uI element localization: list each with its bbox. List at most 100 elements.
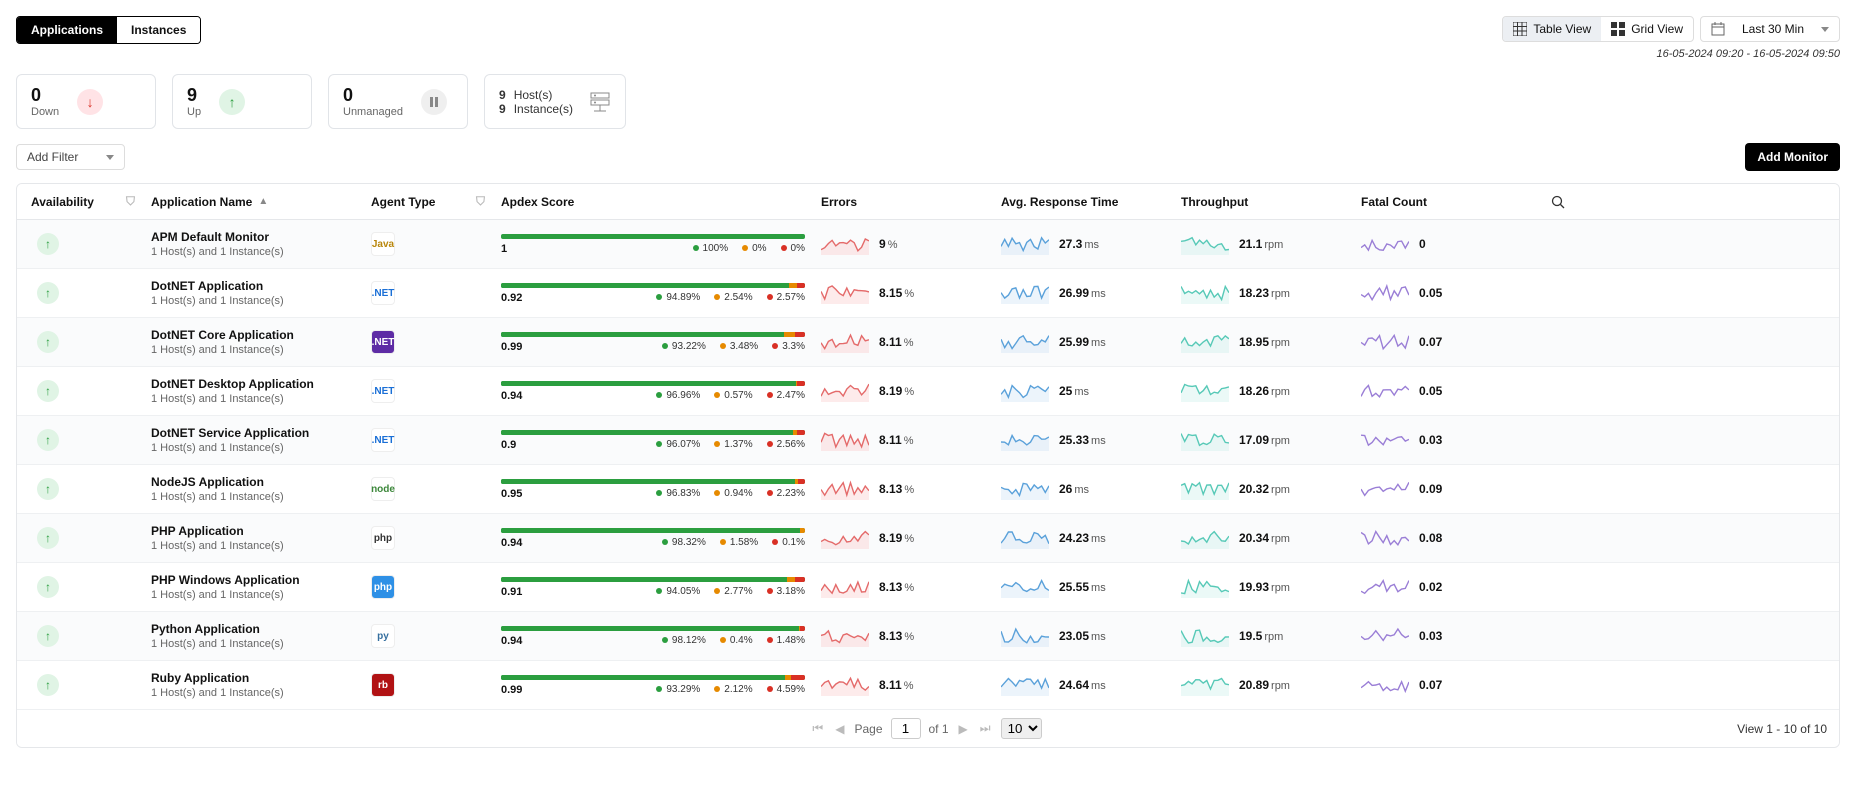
table-search[interactable] <box>1533 195 1573 209</box>
agent-type-icon: .NET <box>371 428 395 452</box>
card-unmanaged[interactable]: 0 Unmanaged <box>328 74 468 129</box>
agent-type-icon: node <box>371 477 395 501</box>
page-size-select[interactable]: 10 <box>1001 718 1042 739</box>
table-row[interactable]: ↑ PHP Application 1 Host(s) and 1 Instan… <box>17 514 1839 563</box>
apdex-cell: 0.99 93.29% 2.12% 4.59% <box>493 675 813 696</box>
apdex-score: 0.99 <box>501 684 522 696</box>
page-summary: View 1 - 10 of 10 <box>1737 722 1827 736</box>
filter-icon[interactable]: ⛉ <box>476 194 485 209</box>
apdex-score: 0.94 <box>501 537 522 549</box>
page-next[interactable]: ▶ <box>957 722 970 736</box>
table-row[interactable]: ↑ Ruby Application 1 Host(s) and 1 Insta… <box>17 661 1839 710</box>
add-monitor-button[interactable]: Add Monitor <box>1745 143 1840 171</box>
col-throughput[interactable]: Throughput <box>1173 195 1353 209</box>
col-apdex[interactable]: Apdex Score <box>493 195 813 209</box>
errors-cell: 8.13% <box>813 625 993 647</box>
throughput-cell: 18.26rpm <box>1173 380 1353 402</box>
page-first[interactable]: ⏮ <box>810 721 825 736</box>
errors-cell: 8.13% <box>813 576 993 598</box>
status-up-icon: ↑ <box>37 625 59 647</box>
apdex-frustrated: 2.56% <box>767 439 805 451</box>
view-table[interactable]: Table View <box>1503 17 1601 41</box>
response-value: 24.23 <box>1059 531 1089 545</box>
add-filter-dropdown[interactable]: Add Filter <box>16 144 125 170</box>
throughput-value: 19.93 <box>1239 580 1269 594</box>
tab-instances[interactable]: Instances <box>117 17 200 43</box>
table-row[interactable]: ↑ DotNET Application 1 Host(s) and 1 Ins… <box>17 269 1839 318</box>
application-name[interactable]: PHP Windows Application <box>151 573 355 587</box>
apdex-frustrated: 1.48% <box>767 635 805 647</box>
agent-type-icon: rb <box>371 673 395 697</box>
table-row[interactable]: ↑ DotNET Core Application 1 Host(s) and … <box>17 318 1839 367</box>
card-up[interactable]: 9 Up ↑ <box>172 74 312 129</box>
table-row[interactable]: ↑ Python Application 1 Host(s) and 1 Ins… <box>17 612 1839 661</box>
page-prev[interactable]: ◀ <box>833 722 846 736</box>
throughput-value: 18.26 <box>1239 384 1269 398</box>
page-of: of 1 <box>929 722 949 736</box>
fatal-value: 0.05 <box>1419 384 1442 398</box>
search-icon <box>1551 195 1565 209</box>
apdex-satisfied: 96.96% <box>656 390 700 402</box>
application-subtitle: 1 Host(s) and 1 Instance(s) <box>151 442 355 454</box>
apdex-tolerating: 2.54% <box>714 292 752 304</box>
view-grid[interactable]: Grid View <box>1601 17 1693 41</box>
table-row[interactable]: ↑ PHP Windows Application 1 Host(s) and … <box>17 563 1839 612</box>
card-down[interactable]: 0 Down ↓ <box>16 74 156 129</box>
col-agent-type[interactable]: Agent Type⛉ <box>363 194 493 209</box>
agent-type-icon: .NET <box>371 281 395 305</box>
errors-cell: 8.11% <box>813 674 993 696</box>
tab-applications[interactable]: Applications <box>17 17 117 43</box>
filter-icon[interactable]: ⛉ <box>126 194 135 209</box>
col-errors[interactable]: Errors <box>813 195 993 209</box>
col-response-time[interactable]: Avg. Response Time <box>993 195 1173 209</box>
application-name[interactable]: APM Default Monitor <box>151 230 355 244</box>
table-row[interactable]: ↑ DotNET Desktop Application 1 Host(s) a… <box>17 367 1839 416</box>
table-row[interactable]: ↑ APM Default Monitor 1 Host(s) and 1 In… <box>17 220 1839 269</box>
application-name[interactable]: DotNET Application <box>151 279 355 293</box>
application-name[interactable]: NodeJS Application <box>151 475 355 489</box>
pagination: ⏮ ◀ Page of 1 ▶ ⏭ 10 View 1 - 10 of 10 <box>17 710 1839 747</box>
card-hosts[interactable]: 9Host(s) 9Instance(s) <box>484 74 626 129</box>
throughput-unit: rpm <box>1264 239 1283 251</box>
time-range-dropdown[interactable]: Last 30 Min <box>1700 16 1840 42</box>
application-subtitle: 1 Host(s) and 1 Instance(s) <box>151 393 355 405</box>
throughput-unit: rpm <box>1271 484 1290 496</box>
application-name[interactable]: Ruby Application <box>151 671 355 685</box>
view-table-label: Table View <box>1533 22 1591 36</box>
application-name[interactable]: DotNET Core Application <box>151 328 355 342</box>
response-unit: ms <box>1091 337 1106 349</box>
fatal-value: 0.03 <box>1419 433 1442 447</box>
apdex-satisfied: 100% <box>693 243 729 255</box>
throughput-cell: 20.89rpm <box>1173 674 1353 696</box>
fatal-cell: 0.07 <box>1353 331 1533 353</box>
agent-type-icon: py <box>371 624 395 648</box>
errors-value: 8.11 <box>879 335 902 349</box>
response-cell: 24.23ms <box>993 527 1173 549</box>
table-row[interactable]: ↑ DotNET Service Application 1 Host(s) a… <box>17 416 1839 465</box>
application-name[interactable]: DotNET Service Application <box>151 426 355 440</box>
apdex-cell: 0.91 94.05% 2.77% 3.18% <box>493 577 813 598</box>
page-last[interactable]: ⏭ <box>978 721 993 736</box>
down-label: Down <box>31 106 59 118</box>
table-row[interactable]: ↑ NodeJS Application 1 Host(s) and 1 Ins… <box>17 465 1839 514</box>
throughput-unit: rpm <box>1271 435 1290 447</box>
throughput-cell: 19.5rpm <box>1173 625 1353 647</box>
col-fatal[interactable]: Fatal Count <box>1353 195 1533 209</box>
fatal-value: 0.03 <box>1419 629 1442 643</box>
application-subtitle: 1 Host(s) and 1 Instance(s) <box>151 344 355 356</box>
apdex-cell: 1 100% 0% 0% <box>493 234 813 255</box>
page-input[interactable] <box>891 718 921 739</box>
application-name[interactable]: PHP Application <box>151 524 355 538</box>
apdex-tolerating: 0% <box>742 243 766 255</box>
response-value: 26.99 <box>1059 286 1089 300</box>
apdex-score: 0.95 <box>501 488 522 500</box>
application-name[interactable]: Python Application <box>151 622 355 636</box>
apdex-frustrated: 0.1% <box>772 537 805 549</box>
apdex-cell: 0.9 96.07% 1.37% 2.56% <box>493 430 813 451</box>
response-value: 26 <box>1059 482 1072 496</box>
col-application-name[interactable]: Application Name▲ <box>143 195 363 209</box>
col-availability[interactable]: Availability⛉ <box>23 194 143 209</box>
application-name[interactable]: DotNET Desktop Application <box>151 377 355 391</box>
fatal-value: 0.07 <box>1419 335 1442 349</box>
apdex-bar <box>501 577 805 582</box>
